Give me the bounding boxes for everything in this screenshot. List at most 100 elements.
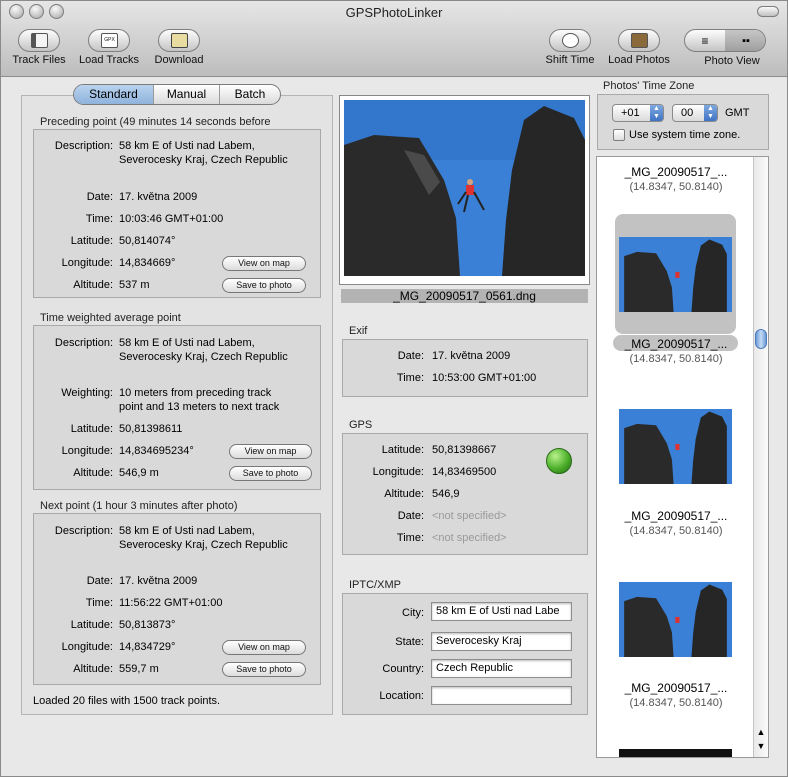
latitude-label: Latitude:	[70, 423, 113, 435]
next-date: 17. května 2009	[119, 575, 198, 587]
preceding-altitude: 537 m	[119, 279, 150, 291]
altitude-label: Altitude:	[73, 467, 113, 479]
location-field[interactable]	[431, 686, 572, 705]
download-button[interactable]: Download	[149, 29, 209, 66]
next-save-to-photo-button[interactable]: Save to photo	[222, 662, 306, 677]
photo-preview	[339, 95, 590, 285]
scroll-up-arrow-icon[interactable]: ▲	[754, 727, 768, 737]
shift-time-button[interactable]: Shift Time	[540, 29, 600, 66]
country-label: Country:	[382, 663, 424, 675]
average-altitude: 546,9 m	[119, 467, 159, 479]
exif-date: 17. května 2009	[432, 350, 511, 362]
load-tracks-button[interactable]: GPX Load Tracks	[76, 29, 142, 66]
next-longitude: 14,834729°	[119, 641, 176, 653]
scroll-down-arrow-icon[interactable]: ▼	[754, 741, 768, 751]
preceding-time: 10:03:46 GMT+01:00	[119, 213, 224, 225]
next-view-on-map-button[interactable]: View on map	[222, 640, 306, 655]
toolbar-toggle-button[interactable]	[757, 6, 779, 17]
status-text: Loaded 20 files with 1500 track points.	[33, 695, 221, 707]
grid-view-icon[interactable]: ▪▪	[725, 30, 765, 51]
gpx-file-icon: GPX	[101, 33, 118, 48]
preceding-view-on-map-button[interactable]: View on map	[222, 256, 306, 271]
gps-altitude: 546,9	[432, 488, 460, 500]
photo-name: _MG_20090517_...	[624, 165, 728, 179]
photo-name: _MG_20090517_...	[624, 509, 728, 523]
preceding-point-heading: Preceding point (49 minutes 14 seconds b…	[40, 116, 271, 128]
next-latitude: 50,813873°	[119, 619, 176, 631]
tab-standard[interactable]: Standard	[74, 85, 154, 104]
timezone-minutes-value: 00	[681, 107, 694, 119]
photo-view-segmented-control: ≡ ▪▪	[684, 29, 766, 52]
average-view-on-map-button[interactable]: View on map	[229, 444, 312, 459]
climber-photo	[344, 100, 585, 276]
tab-batch[interactable]: Batch	[220, 85, 280, 104]
use-system-timezone-checkbox[interactable]	[613, 129, 625, 141]
gmt-label: GMT	[725, 107, 750, 119]
city-field[interactable]: 58 km E of Usti nad Labe	[431, 602, 572, 621]
next-description-line2: Severocesky Kraj, Czech Republic	[119, 539, 288, 551]
photo-list-scrollbar[interactable]: ▲ ▼	[753, 157, 768, 757]
exif-date-label: Date:	[397, 350, 424, 362]
state-label: State:	[395, 636, 424, 648]
gps-date: <not specified>	[432, 510, 507, 522]
title-bar: GPSPhotoLinker Track Files GPX Load Trac…	[1, 1, 787, 77]
date-label: Date:	[86, 191, 113, 203]
gps-date-label: Date:	[397, 510, 424, 522]
average-longitude: 14,834695234°	[119, 445, 194, 457]
track-files-icon	[31, 33, 48, 48]
gps-longitude: 14,83469500	[432, 466, 497, 478]
photo-coords: (14.8347, 50.8140)	[629, 353, 723, 365]
average-save-to-photo-button[interactable]: Save to photo	[229, 466, 312, 481]
timezone-minutes-select[interactable]: 00 ▲ ▼	[672, 104, 718, 122]
timezone-hours-select[interactable]: +01 ▲ ▼	[612, 104, 664, 122]
average-description-line2: Severocesky Kraj, Czech Republic	[119, 351, 288, 363]
globe-icon[interactable]	[546, 448, 572, 474]
tab-manual[interactable]: Manual	[154, 85, 220, 104]
photo-thumbnail-partial[interactable]	[619, 749, 732, 757]
gps-longitude-label: Longitude:	[372, 466, 424, 478]
photo-coords: (14.8347, 50.8140)	[629, 181, 723, 193]
location-label: Location:	[379, 690, 424, 702]
window-title: GPSPhotoLinker	[345, 5, 443, 20]
preceding-longitude: 14,834669°	[119, 257, 176, 269]
list-view-icon[interactable]: ≡	[685, 30, 725, 51]
photo-thumbnail[interactable]	[619, 237, 732, 312]
clock-icon	[562, 33, 579, 48]
photo-view-label: Photo View	[704, 55, 760, 67]
photo-list[interactable]: ▲ ▼ _MG_20090517_... (14.8347, 50.8140) …	[596, 156, 769, 758]
download-icon	[171, 33, 188, 48]
photo-name: _MG_20090517_...	[624, 337, 728, 351]
average-point-heading: Time weighted average point	[40, 312, 181, 324]
longitude-label: Longitude:	[61, 641, 113, 653]
photo-coords: (14.8347, 50.8140)	[629, 525, 723, 537]
average-description: 58 km E of Usti nad Labem,	[119, 337, 255, 349]
preceding-description-line2: Severocesky Kraj, Czech Republic	[119, 154, 288, 166]
track-files-button[interactable]: Track Files	[9, 29, 69, 66]
photo-thumbnail[interactable]	[619, 582, 732, 657]
load-photos-button[interactable]: Load Photos	[604, 29, 674, 66]
gps-latitude: 50,81398667	[432, 444, 497, 456]
latitude-label: Latitude:	[70, 235, 113, 247]
description-label: Description:	[54, 140, 113, 152]
preceding-description: 58 km E of Usti nad Labem,	[119, 140, 255, 152]
next-time: 11:56:22 GMT+01:00	[119, 597, 223, 609]
average-weighting: 10 meters from preceding track	[119, 387, 272, 399]
longitude-label: Longitude:	[61, 257, 113, 269]
preceding-save-to-photo-button[interactable]: Save to photo	[222, 278, 306, 293]
exif-time-label: Time:	[396, 372, 424, 384]
preview-image	[344, 100, 585, 276]
state-field[interactable]: Severocesky Kraj	[431, 632, 572, 651]
scrollbar-thumb[interactable]	[755, 329, 767, 349]
gps-altitude-label: Altitude:	[384, 488, 424, 500]
timezone-hours-value: +01	[621, 107, 640, 119]
country-field[interactable]: Czech Republic	[431, 659, 572, 678]
latitude-label: Latitude:	[70, 619, 113, 631]
longitude-label: Longitude:	[61, 445, 113, 457]
exif-time: 10:53:00 GMT+01:00	[432, 372, 537, 384]
timezone-box	[597, 94, 769, 150]
weighting-label: Weighting:	[61, 387, 113, 399]
description-label: Description:	[54, 525, 113, 537]
city-label: City:	[402, 607, 424, 619]
photo-thumbnail[interactable]	[619, 409, 732, 484]
average-weighting-line2: point and 13 meters to next track	[119, 401, 280, 413]
